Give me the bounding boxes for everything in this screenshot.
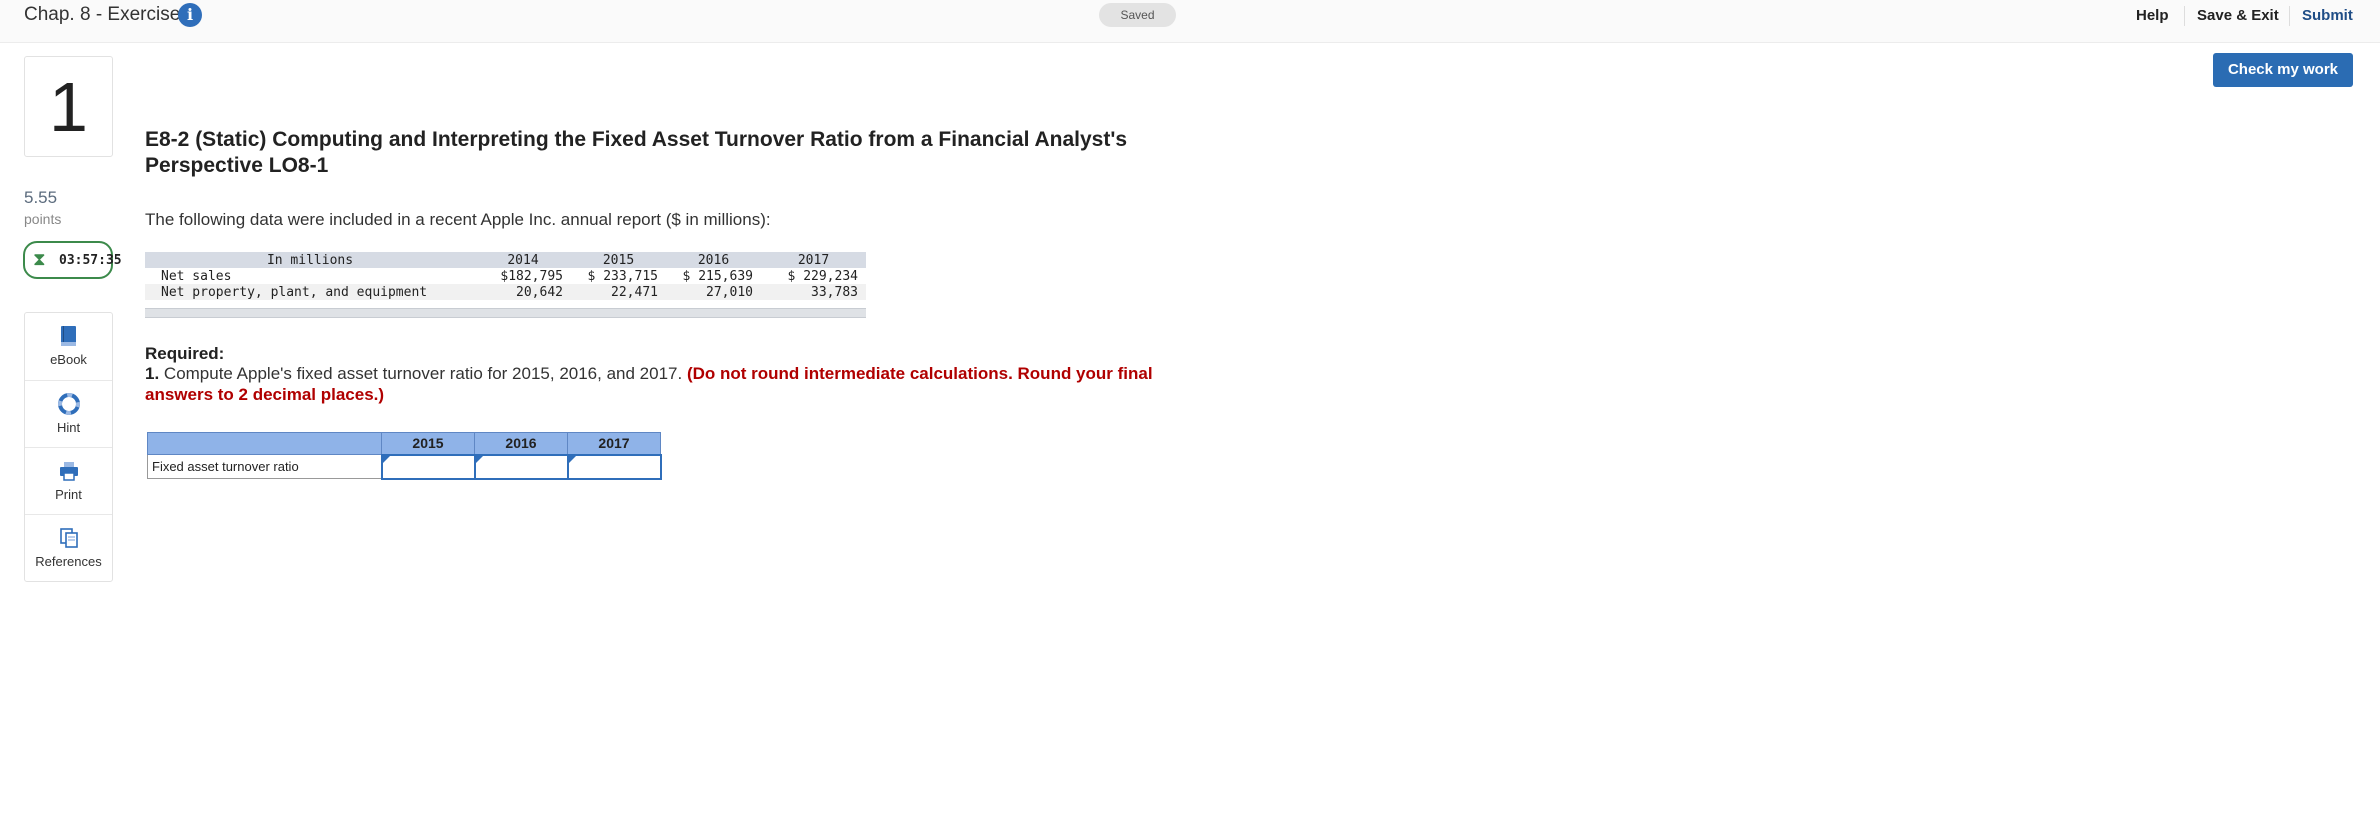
chapter-title: Chap. 8 - Exercises [24,4,190,25]
saved-status-badge: Saved [1099,3,1176,27]
references-label: References [35,554,102,569]
documents-icon [60,528,78,548]
answer-header-cell: 2017 [567,432,661,455]
table-cell: $ 215,639 [666,268,761,284]
table-cell: 20,642 [475,284,571,300]
divider [2184,6,2185,26]
top-bar: Chap. 8 - Exercises i Saved Help Save & … [0,0,2380,43]
answer-row-label: Fixed asset turnover ratio [147,454,382,479]
hourglass-icon: ⧗ [33,249,46,269]
timer-text: 03:57:35 [59,253,122,268]
points-label: points [24,211,62,227]
save-exit-link[interactable]: Save & Exit [2197,7,2279,24]
help-link[interactable]: Help [2136,7,2169,24]
table-cell: $ 229,234 [761,268,866,284]
ratio-2016-input[interactable] [475,455,567,478]
hint-button[interactable]: Hint [25,380,112,447]
answer-table: 2015 2016 2017 Fixed asset turnover rati… [147,432,662,480]
question-number-card: 1 [24,56,113,157]
cell-marker-icon [475,455,483,463]
ratio-2015-input[interactable] [382,455,474,478]
answer-row: Fixed asset turnover ratio [147,453,662,480]
print-label: Print [55,487,82,502]
answer-header-cell: 2015 [381,432,475,455]
question-intro: The following data were included in a re… [145,210,771,229]
lifebuoy-icon [58,393,80,415]
table-bottom-bar [145,308,866,318]
table-cell: $182,795 [475,268,571,284]
required-heading: Required: [145,344,225,363]
required-text: Compute Apple's fixed asset turnover rat… [159,364,687,383]
table-cell: $ 233,715 [571,268,666,284]
required-number: 1. [145,364,160,383]
answer-cell-2017[interactable] [566,453,662,480]
ratio-2017-input[interactable] [568,455,660,478]
ebook-label: eBook [50,352,87,367]
divider [2289,6,2290,26]
answer-header-row: 2015 2016 2017 [147,432,661,455]
row-label: Net sales [145,268,475,284]
data-header-cell: 2015 [571,252,666,268]
ebook-button[interactable]: eBook [25,313,112,380]
printer-icon [60,462,78,481]
required-instructions: 1. Compute Apple's fixed asset turnover … [145,363,1155,405]
data-header-cell: 2017 [761,252,866,268]
cell-marker-icon [568,455,576,463]
data-table-header-row: In millions 2014 2015 2016 2017 [145,252,866,268]
data-header-cell: 2014 [475,252,571,268]
references-button[interactable]: References [25,514,112,581]
data-header-cell: In millions [145,252,475,268]
answer-cell-2016[interactable] [473,453,569,480]
question-title: E8-2 (Static) Computing and Interpreting… [145,128,1128,177]
data-table: In millions 2014 2015 2016 2017 Net sale… [145,252,866,300]
answer-header-blank [147,432,382,455]
data-header-cell: 2016 [666,252,761,268]
check-my-work-button[interactable]: Check my work [2213,53,2353,87]
table-cell: 33,783 [761,284,866,300]
answer-cell-2015[interactable] [380,453,476,480]
row-label: Net property, plant, and equipment [145,284,475,300]
table-cell: 27,010 [666,284,761,300]
table-row: Net property, plant, and equipment 20,64… [145,284,866,300]
table-cell: 22,471 [571,284,666,300]
table-row: Net sales $182,795 $ 233,715 $ 215,639 $… [145,268,866,284]
tools-panel: eBook Hint Print References [24,312,113,582]
timer[interactable]: ⧗ 03:57:35 [23,241,122,279]
points-value: 5.55 [24,188,58,207]
cell-marker-icon [382,455,390,463]
book-icon [61,326,76,346]
print-button[interactable]: Print [25,447,112,514]
submit-link[interactable]: Submit [2302,7,2353,24]
hint-label: Hint [56,420,81,435]
question-number: 1 [49,68,88,146]
info-icon[interactable]: i [178,3,202,27]
answer-header-cell: 2016 [474,432,568,455]
